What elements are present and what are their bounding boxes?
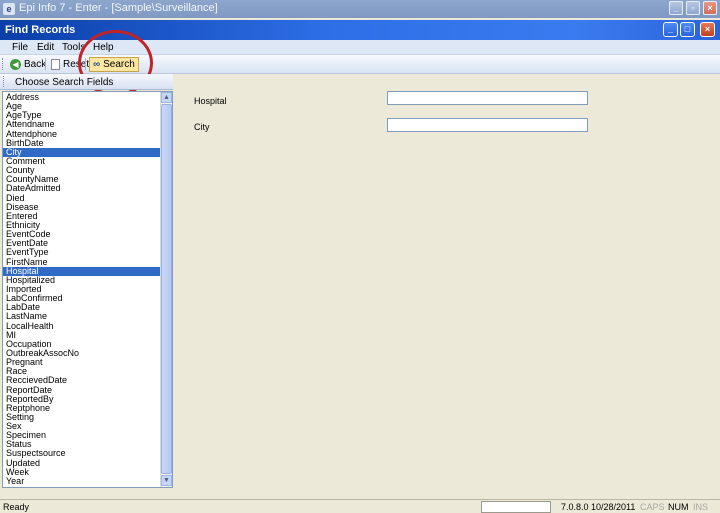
- menu-bar: File Edit Tools Help: [0, 40, 720, 55]
- field-list-item[interactable]: City: [3, 147, 161, 157]
- search-form-area: Hospital City: [176, 75, 720, 495]
- field-list-item[interactable]: EventType: [3, 248, 161, 257]
- app-title: Epi Info 7 - Enter - [Sample\Surveillanc…: [19, 2, 218, 14]
- field-list-item[interactable]: Week: [3, 468, 161, 477]
- binoculars-icon: ∞: [93, 59, 101, 70]
- field-list-item[interactable]: EventCode: [3, 230, 161, 239]
- app-close-button[interactable]: ×: [703, 1, 717, 15]
- status-bar: Ready 7.0.8.0 10/28/2011 CAPS NUM INS: [0, 499, 720, 513]
- status-date: 10/28/2011: [591, 502, 636, 512]
- field-list-item[interactable]: OutbreakAssocNo: [3, 349, 161, 358]
- city-input[interactable]: [387, 118, 588, 132]
- panel-grip: [3, 76, 4, 87]
- field-list-item[interactable]: LabConfirmed: [3, 294, 161, 303]
- toolbar-separator: [85, 58, 86, 70]
- field-list-item[interactable]: Died: [3, 194, 161, 203]
- status-caps: CAPS: [640, 502, 665, 512]
- field-list-item[interactable]: FirstName: [3, 258, 161, 267]
- search-fields-header: Choose Search Fields: [0, 74, 173, 90]
- back-label: Back: [24, 59, 47, 70]
- field-list-item[interactable]: Occupation: [3, 340, 161, 349]
- dialog-maximize-button[interactable]: □: [680, 22, 695, 37]
- menu-help[interactable]: Help: [93, 42, 114, 53]
- field-list-item[interactable]: Race: [3, 367, 161, 376]
- status-blank-field: [481, 501, 551, 513]
- hospital-label: Hospital: [194, 96, 227, 106]
- toolbar: ◀ Back Reset ∞ Search: [0, 55, 720, 74]
- field-list-item[interactable]: Status: [3, 440, 161, 449]
- field-list-item[interactable]: Year: [3, 477, 161, 486]
- field-list-item[interactable]: Specimen: [3, 431, 161, 440]
- status-version: 7.0.8.0: [561, 502, 589, 512]
- field-list-item[interactable]: Ethnicity: [3, 221, 161, 230]
- field-list-item[interactable]: AgeType: [3, 111, 161, 120]
- app-minimize-button[interactable]: _: [669, 1, 683, 15]
- field-list-item[interactable]: Hospitalized: [3, 276, 161, 285]
- scroll-down-icon[interactable]: ▼: [161, 475, 172, 486]
- field-list-item[interactable]: Imported: [3, 285, 161, 294]
- hospital-input[interactable]: [387, 91, 588, 105]
- field-list-item[interactable]: Entered: [3, 212, 161, 221]
- field-list-item[interactable]: Age: [3, 102, 161, 111]
- menu-tools[interactable]: Tools: [62, 42, 85, 53]
- field-list-item[interactable]: Updated: [3, 459, 161, 468]
- status-ins: INS: [693, 502, 709, 512]
- field-list-item[interactable]: Reptphone: [3, 404, 161, 413]
- search-fields-title: Choose Search Fields: [15, 77, 114, 88]
- field-list-item[interactable]: LastName: [3, 312, 161, 321]
- menu-edit[interactable]: Edit: [37, 42, 54, 53]
- epi-info-app-icon: e: [3, 3, 15, 15]
- back-arrow-icon: ◀: [10, 59, 21, 70]
- reset-page-icon: [51, 59, 60, 70]
- dialog-close-button[interactable]: ×: [700, 22, 715, 37]
- field-list-item[interactable]: Attendphone: [3, 130, 161, 139]
- field-list-rows: Address Age AgeType Attendname Attendphone Bi…: [3, 93, 161, 486]
- scroll-up-icon[interactable]: ▲: [161, 92, 172, 103]
- menu-file[interactable]: File: [12, 42, 28, 53]
- back-button[interactable]: ◀ Back: [7, 57, 49, 72]
- dialog-title: Find Records: [5, 24, 76, 36]
- status-num: NUM: [668, 502, 689, 512]
- field-list-item[interactable]: Suspectsource: [3, 449, 161, 458]
- toolbar-grip[interactable]: [2, 58, 5, 70]
- field-list-item[interactable]: ReportedBy: [3, 395, 161, 404]
- field-list-item[interactable]: CountyName: [3, 175, 161, 184]
- search-label: Search: [103, 59, 135, 70]
- city-label: City: [194, 122, 210, 132]
- field-list-scrollbar[interactable]: ▲ ▼: [160, 92, 172, 487]
- app-restore-button[interactable]: ▫: [686, 1, 700, 15]
- dialog-title-bar: Find Records _ □ ×: [0, 20, 720, 40]
- search-button[interactable]: ∞ Search: [89, 57, 139, 72]
- search-field-list[interactable]: Address Age AgeType Attendname Attendphone Bi…: [2, 91, 173, 488]
- field-list-item[interactable]: Pregnant: [3, 358, 161, 367]
- field-list-item[interactable]: Setting: [3, 413, 161, 422]
- field-list-item[interactable]: LabDate: [3, 303, 161, 312]
- field-list-item[interactable]: ReportDate: [3, 386, 161, 395]
- field-list-item[interactable]: Hospital: [3, 266, 161, 276]
- field-list-item[interactable]: Sex: [3, 422, 161, 431]
- app-title-bar: e Epi Info 7 - Enter - [Sample\Surveilla…: [0, 0, 720, 18]
- field-list-item[interactable]: BirthDate: [3, 139, 161, 148]
- status-text: Ready: [3, 502, 30, 512]
- toolbar-separator: [45, 58, 46, 70]
- field-list-item[interactable]: Comment: [3, 157, 161, 166]
- field-list-item[interactable]: County: [3, 166, 161, 175]
- field-list-item[interactable]: MI: [3, 331, 161, 340]
- field-list-item[interactable]: Attendname: [3, 120, 161, 129]
- field-list-item[interactable]: DateAdmitted: [3, 184, 161, 193]
- field-list-item[interactable]: ReccievedDate: [3, 376, 161, 385]
- field-list-item[interactable]: Address: [3, 93, 161, 102]
- scroll-thumb[interactable]: [161, 104, 172, 474]
- field-list-item[interactable]: LocalHealth: [3, 322, 161, 331]
- dialog-minimize-button[interactable]: _: [663, 22, 678, 37]
- field-list-item[interactable]: EventDate: [3, 239, 161, 248]
- field-list-item[interactable]: Disease: [3, 203, 161, 212]
